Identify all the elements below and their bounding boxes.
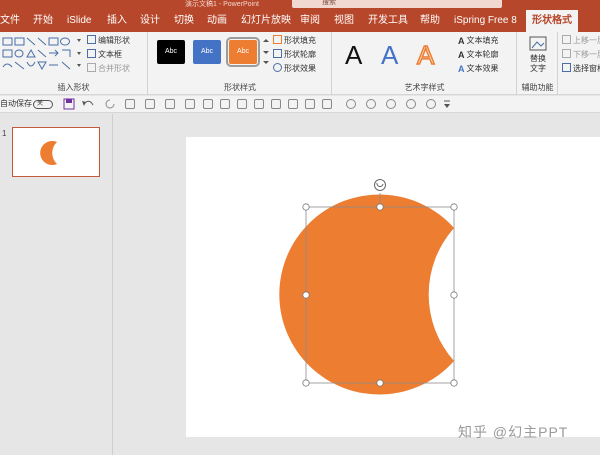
- tab-slideshow[interactable]: 幻灯片放映: [241, 10, 291, 32]
- shape-style-blue[interactable]: Abc: [193, 40, 221, 64]
- effects-icon: [273, 63, 282, 72]
- align-right-icon[interactable]: [237, 99, 247, 109]
- tab-insert[interactable]: 插入: [107, 10, 127, 32]
- group-accessibility: 替换 文字 辅助功能: [518, 32, 558, 95]
- pen-icon: [273, 49, 282, 58]
- search-input[interactable]: 搜索: [292, 0, 502, 8]
- text-effects-icon: A: [458, 64, 465, 74]
- slide-thumbnail[interactable]: [12, 127, 100, 177]
- thumbnail-moon-shape: [40, 141, 57, 165]
- style-gallery-scroll[interactable]: [262, 38, 270, 68]
- merge-union-icon[interactable]: [346, 99, 356, 109]
- slide-number: 1: [2, 129, 7, 138]
- align-center-icon[interactable]: [220, 99, 230, 109]
- wordart-style-black[interactable]: A: [345, 40, 362, 71]
- bring-forward-icon: [562, 35, 571, 44]
- tab-ispring[interactable]: iSpring Free 8: [454, 10, 517, 32]
- align-top-icon[interactable]: [254, 99, 264, 109]
- group-arrange: 上移一层 下移一层 选择窗格: [559, 32, 600, 95]
- merge-shapes-button[interactable]: 合并形状: [87, 63, 130, 75]
- shape-outline-button[interactable]: 形状轮廓: [273, 49, 316, 61]
- shape-fill-button[interactable]: 形状填充: [273, 35, 316, 47]
- merge-subtract-icon[interactable]: [426, 99, 436, 109]
- tab-help[interactable]: 帮助: [420, 10, 440, 32]
- tab-home[interactable]: 开始: [33, 10, 53, 32]
- window-title: 演示文稿1 - PowerPoint: [185, 1, 259, 8]
- distribute-vertical-icon[interactable]: [322, 99, 332, 109]
- textbox-icon: [87, 49, 96, 58]
- tab-animations[interactable]: 动画: [207, 10, 227, 32]
- text-outline-icon: A: [458, 50, 465, 60]
- ribbon-tabs: 文件 开始 iSlide 插入 设计 切换 动画 幻灯片放映 审阅 视图 开发工…: [0, 10, 600, 32]
- ribbon: 编辑形状 文本框 合并形状 插入形状 Abc Abc Abc 形状填充 形状轮廓…: [0, 32, 600, 95]
- quick-access-toolbar: 自动保存 关: [0, 96, 600, 113]
- text-outline-button[interactable]: A 文本轮廓: [458, 49, 499, 61]
- group-wordart-styles: A A A A 文本填充 A 文本轮廓 A 文本效果 艺术字样式: [333, 32, 517, 95]
- qat-tool-3-icon[interactable]: [165, 99, 175, 109]
- group-label-insert-shapes: 插入形状: [57, 83, 90, 92]
- customize-qat-icon[interactable]: [443, 100, 451, 110]
- selection-pane-button[interactable]: 选择窗格: [562, 63, 600, 75]
- wordart-style-orange[interactable]: A: [416, 39, 435, 71]
- text-fill-icon: A: [458, 36, 465, 46]
- group-label-shape-styles: 形状样式: [224, 83, 256, 92]
- send-backward-icon: [562, 49, 571, 58]
- qat-tool-1-icon[interactable]: [125, 99, 135, 109]
- qat-tool-2-icon[interactable]: [145, 99, 155, 109]
- alt-text-button[interactable]: 替换 文字: [518, 36, 558, 74]
- group-shape-styles: Abc Abc Abc 形状填充 形状轮廓 形状效果 形状样式: [149, 32, 332, 95]
- edit-shape-button[interactable]: 编辑形状: [87, 35, 130, 47]
- paint-bucket-icon: [273, 35, 282, 44]
- merge-intersect-icon[interactable]: [406, 99, 416, 109]
- selection-pane-icon: [562, 63, 571, 72]
- tab-shape-format[interactable]: 形状格式: [526, 10, 578, 32]
- qat-tool-4-icon[interactable]: [185, 99, 195, 109]
- merge-fragment-icon[interactable]: [386, 99, 396, 109]
- alt-text-icon: [529, 36, 547, 51]
- distribute-horizontal-icon[interactable]: [305, 99, 315, 109]
- tab-view[interactable]: 视图: [334, 10, 354, 32]
- shape-gallery[interactable]: [2, 36, 84, 76]
- send-backward-button[interactable]: 下移一层: [562, 49, 600, 61]
- save-icon[interactable]: [63, 98, 75, 110]
- align-left-icon[interactable]: [203, 99, 213, 109]
- tab-design[interactable]: 设计: [140, 10, 160, 32]
- align-bottom-icon[interactable]: [288, 99, 298, 109]
- tab-transitions[interactable]: 切换: [174, 10, 194, 32]
- watermark: 知乎 @幻主PPT: [458, 424, 569, 440]
- edit-shape-icon: [87, 35, 96, 44]
- redo-icon[interactable]: [105, 98, 117, 110]
- title-bar: 演示文稿1 - PowerPoint 搜索: [0, 0, 600, 10]
- text-effects-button[interactable]: A 文本效果: [458, 63, 499, 75]
- textbox-button[interactable]: 文本框: [87, 49, 122, 61]
- merge-shapes-icon: [87, 63, 96, 72]
- shape-effects-button[interactable]: 形状效果: [273, 63, 316, 75]
- bring-forward-button[interactable]: 上移一层: [562, 35, 600, 47]
- tab-file[interactable]: 文件: [0, 10, 20, 32]
- wordart-style-blue[interactable]: A: [381, 40, 398, 71]
- shape-style-black[interactable]: Abc: [157, 40, 185, 64]
- group-insert-shapes: 编辑形状 文本框 合并形状 插入形状: [0, 32, 148, 95]
- autosave-toggle[interactable]: 关: [33, 100, 53, 109]
- tab-review[interactable]: 审阅: [300, 10, 320, 32]
- text-fill-button[interactable]: A 文本填充: [458, 35, 499, 47]
- group-label-accessibility: 辅助功能: [521, 83, 554, 92]
- undo-icon[interactable]: [81, 98, 97, 110]
- autosave-label: 自动保存: [0, 99, 32, 108]
- tab-islide[interactable]: iSlide: [67, 10, 91, 32]
- group-label-wordart-styles: 艺术字样式: [404, 83, 445, 92]
- shape-style-orange[interactable]: Abc: [226, 37, 260, 67]
- merge-combine-icon[interactable]: [366, 99, 376, 109]
- tab-developer[interactable]: 开发工具: [368, 10, 408, 32]
- slide-canvas[interactable]: [186, 137, 600, 437]
- align-middle-icon[interactable]: [271, 99, 281, 109]
- slide-thumbnail-pane: 1: [0, 114, 113, 455]
